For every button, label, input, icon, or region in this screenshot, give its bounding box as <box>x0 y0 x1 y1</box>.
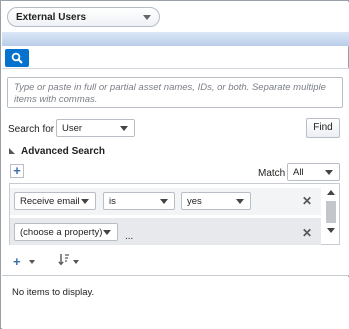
chevron-down-icon <box>325 170 333 175</box>
chevron-down-icon <box>120 126 128 131</box>
chevron-down-icon <box>73 260 79 264</box>
find-button[interactable]: Find <box>306 118 340 138</box>
advanced-search-label: Advanced Search <box>21 146 105 157</box>
criteria-scrollbar[interactable] <box>323 184 339 244</box>
collection-select[interactable]: External Users <box>7 7 160 27</box>
search-toggle-button[interactable] <box>5 49 29 67</box>
plus-icon: + <box>13 254 21 269</box>
chevron-down-icon <box>103 230 111 235</box>
asset-search-placeholder: Type or paste in full or partial asset n… <box>14 82 326 105</box>
chevron-down-icon <box>236 199 244 204</box>
match-label: Match <box>258 168 286 179</box>
search-for-value: User <box>62 123 83 134</box>
triangle-down-icon <box>9 148 15 154</box>
advanced-search-toggle[interactable]: Advanced Search <box>9 146 105 157</box>
search-for-select[interactable]: User <box>56 119 135 137</box>
criteria-row-ellipsis: ... <box>125 231 134 242</box>
match-value: All <box>293 167 304 178</box>
collection-select-value: External Users <box>16 12 87 23</box>
property-select[interactable]: (choose a property) <box>14 223 118 241</box>
criteria-list: Receive email is yes ✕ (choose a propert… <box>9 183 340 245</box>
empty-message: No items to display. <box>12 287 95 298</box>
scroll-down-icon[interactable] <box>327 228 335 233</box>
close-icon[interactable]: ✕ <box>302 226 312 240</box>
match-select[interactable]: All <box>287 163 340 181</box>
top-bar: External Users <box>2 2 349 32</box>
search-for-label: Search for <box>8 124 55 135</box>
property-value: (choose a property) <box>20 227 103 238</box>
plus-icon: + <box>13 163 21 178</box>
chevron-down-icon <box>160 199 168 204</box>
add-criteria-button[interactable]: + <box>10 164 24 178</box>
close-icon[interactable]: ✕ <box>302 194 312 208</box>
search-icon <box>11 52 23 64</box>
asset-search-textarea[interactable]: Type or paste in full or partial asset n… <box>7 77 343 108</box>
sort-menu-button[interactable] <box>58 253 70 269</box>
value-select[interactable]: yes <box>181 192 251 210</box>
chevron-down-icon <box>81 199 89 204</box>
add-menu-button[interactable]: + <box>13 254 21 269</box>
value-value: yes <box>187 196 202 207</box>
operator-value: is <box>109 196 116 207</box>
sort-icon <box>58 254 69 266</box>
property-value: Receive email <box>20 196 80 207</box>
results-toolbar: + <box>2 248 349 276</box>
external-users-panel: External Users Type or paste in full or … <box>0 0 349 329</box>
criteria-row: Receive email is yes ✕ <box>10 188 321 215</box>
scroll-thumb[interactable] <box>326 201 336 223</box>
property-select[interactable]: Receive email <box>14 192 96 210</box>
operator-select[interactable]: is <box>103 192 175 210</box>
scroll-up-icon[interactable] <box>327 190 335 195</box>
header-band <box>2 32 349 46</box>
criteria-row: (choose a property) ✕ <box>10 218 321 245</box>
results-area: No items to display. <box>2 277 349 329</box>
chevron-down-icon <box>143 15 151 20</box>
chevron-down-icon <box>29 260 35 264</box>
